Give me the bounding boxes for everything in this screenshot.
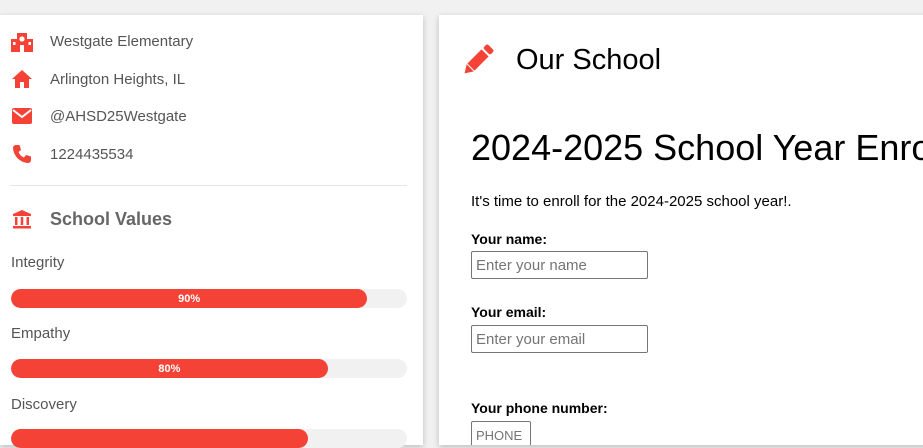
contact-school-name: Westgate Elementary: [10, 29, 193, 53]
name-label: Your name:: [471, 231, 547, 247]
phone-icon: [10, 142, 34, 166]
enrollment-heading: 2024-2025 School Year Enrollment: [471, 127, 923, 168]
value-bar-fill-discovery: [11, 429, 308, 448]
sidebar-divider: [10, 185, 407, 186]
institution-icon: [10, 207, 34, 231]
value-bar-fill-integrity: 90%: [11, 289, 368, 308]
enrollment-intro: It's time to enroll for the 2024-2025 sc…: [471, 193, 792, 210]
name-input[interactable]: [471, 251, 648, 279]
contact-phone-text: 1224435534: [50, 145, 134, 163]
contact-phone: 1224435534: [10, 142, 133, 166]
sidebar-card: Westgate Elementary Arlington Heights, I…: [0, 15, 423, 448]
email-input[interactable]: [471, 325, 648, 353]
contact-location: Arlington Heights, IL: [10, 67, 185, 91]
contact-social-text: @AHSD25Westgate: [50, 107, 187, 125]
pencil-icon: [458, 40, 498, 80]
value-bar-integrity: 90%: [11, 289, 407, 308]
school-building-icon: [10, 29, 34, 53]
contact-location-text: Arlington Heights, IL: [50, 70, 186, 88]
value-label-discovery: Discovery: [11, 396, 77, 413]
main-card: Our School 2024-2025 School Year Enrollm…: [439, 15, 923, 445]
phone-label: Your phone number:: [471, 400, 608, 416]
value-bar-empathy: 80%: [11, 359, 407, 378]
contact-school-name-text: Westgate Elementary: [50, 32, 194, 50]
envelope-icon: [10, 104, 34, 128]
school-values-title: School Values: [50, 208, 173, 229]
value-label-empathy: Empathy: [11, 325, 71, 342]
value-bar-fill-empathy: 80%: [11, 359, 328, 378]
home-icon: [10, 67, 34, 91]
main-title: Our School: [516, 43, 662, 76]
email-label: Your email:: [471, 304, 547, 320]
school-values-header: School Values: [10, 207, 172, 231]
main-header: Our School: [458, 40, 661, 80]
value-label-integrity: Integrity: [11, 254, 65, 271]
value-bar-discovery: [11, 429, 407, 448]
contact-social: @AHSD25Westgate: [10, 104, 187, 128]
phone-input[interactable]: [471, 421, 531, 445]
